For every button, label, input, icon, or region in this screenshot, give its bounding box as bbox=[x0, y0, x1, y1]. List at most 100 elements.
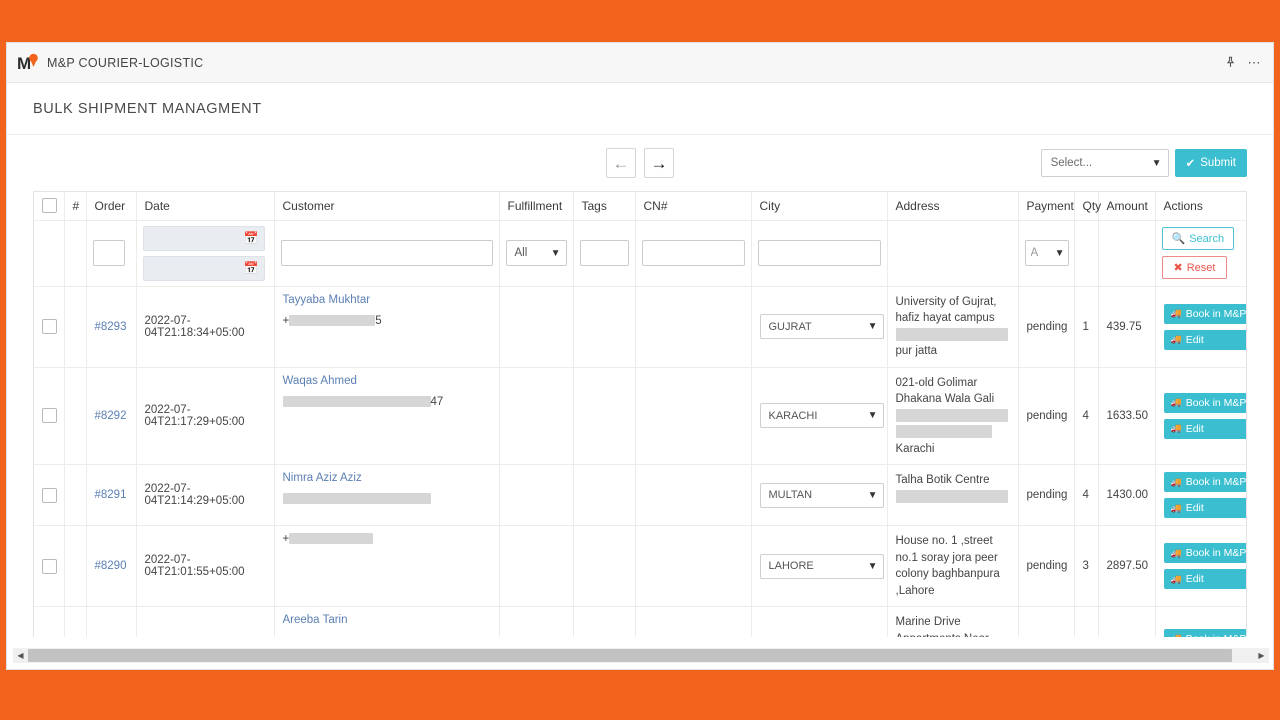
header-num: # bbox=[64, 192, 87, 221]
scrollbar-thumb[interactable] bbox=[28, 649, 1232, 662]
row-num-cell bbox=[64, 367, 87, 465]
truck-icon: 🚚 bbox=[1170, 502, 1182, 513]
row-actions-cell: 🚚 Book in M&P 🚚 Edit bbox=[1155, 286, 1247, 368]
row-order-cell bbox=[86, 606, 137, 637]
table-row[interactable]: #8292 2022-07-04T21:17:29+05:00 Waqas Ahme… bbox=[34, 367, 1246, 465]
row-address-cell: University of Gujrat, hafiz hayat campus p… bbox=[887, 286, 1019, 368]
customer-name-link[interactable]: Nimra Aziz Aziz bbox=[283, 472, 491, 484]
cn-filter-input[interactable] bbox=[641, 240, 745, 266]
date-to-input[interactable] bbox=[142, 255, 239, 281]
row-checkbox[interactable] bbox=[42, 319, 57, 334]
city-select[interactable]: LAHORE ▼ bbox=[759, 553, 884, 579]
address-line bbox=[895, 327, 1010, 344]
row-customer-cell: Nimra Aziz Aziz bbox=[274, 464, 500, 526]
header-date: Date bbox=[136, 192, 275, 221]
edit-button[interactable]: 🚚 Edit bbox=[1163, 569, 1246, 589]
book-in-mp-label: Book in M&P bbox=[1185, 307, 1247, 320]
address-line: Marine Drive bbox=[895, 616, 961, 628]
date-to-filter[interactable]: 📅 bbox=[142, 255, 265, 281]
customer-name-link[interactable]: Tayyaba Mukhtar bbox=[283, 294, 491, 306]
date-from-input[interactable] bbox=[142, 225, 239, 251]
book-in-mp-label: Book in M&P bbox=[1185, 547, 1247, 559]
submit-button[interactable]: ✔ Submit bbox=[1174, 149, 1247, 177]
calendar-icon[interactable]: 📅 bbox=[238, 225, 265, 251]
row-checkbox[interactable] bbox=[42, 487, 57, 503]
table-row[interactable]: #8293 2022-07-04T21:18:34+05:00 Tayyaba Mu… bbox=[34, 286, 1247, 368]
table-row[interactable]: Areeba Tarin Marine Drive Appartments Near… bbox=[34, 606, 1246, 637]
scrollbar-track[interactable] bbox=[28, 648, 1254, 663]
tags-filter-input[interactable] bbox=[579, 240, 629, 266]
payment-filter-select[interactable]: A ▼ bbox=[1024, 240, 1069, 266]
row-customer-cell: + bbox=[274, 525, 500, 607]
filter-cell-qty bbox=[1074, 220, 1099, 287]
date-from-filter[interactable]: 📅 bbox=[142, 225, 265, 251]
customer-name-link[interactable]: Areeba Tarin bbox=[283, 614, 491, 626]
book-in-mp-button[interactable]: 🚚Book in M&P bbox=[1163, 543, 1247, 563]
truck-icon: 🚚 bbox=[1170, 476, 1182, 487]
row-action-buttons: 🚚 Book in M&P 🚚 Edit bbox=[1163, 472, 1246, 518]
row-fulfillment-cell bbox=[499, 606, 574, 637]
book-in-mp-button[interactable]: 🚚Book in M&P bbox=[1163, 628, 1246, 637]
table-row[interactable]: #8291 2022-07-04T21:14:29+05:00 Nimra Aziz… bbox=[34, 464, 1246, 526]
customer-filter-input[interactable] bbox=[280, 240, 493, 266]
row-payment-cell: pending bbox=[1018, 286, 1075, 368]
row-date-cell bbox=[136, 606, 275, 637]
bulk-action-select-value: Select... bbox=[1050, 157, 1093, 169]
edit-button-label: Edit bbox=[1185, 333, 1204, 346]
address-line: 021-old Golimar bbox=[895, 376, 978, 389]
search-button[interactable]: 🔍 Search bbox=[1161, 227, 1235, 250]
row-checkbox-cell bbox=[34, 367, 65, 465]
pin-icon[interactable] bbox=[1219, 52, 1241, 74]
prev-page-button[interactable]: ← bbox=[606, 148, 636, 178]
scroll-right-arrow[interactable]: ▶ bbox=[1254, 648, 1269, 663]
row-city-cell: KARACHI ▼ bbox=[751, 367, 888, 465]
header-address: Address bbox=[887, 192, 1019, 221]
select-all-checkbox[interactable] bbox=[42, 198, 57, 214]
shipments-table-container: # Order Date Customer Fulfillment Tags C… bbox=[33, 191, 1247, 637]
edit-button[interactable]: 🚚 Edit bbox=[1163, 329, 1246, 350]
row-checkbox[interactable] bbox=[42, 408, 57, 424]
address-line: ,Lahore bbox=[895, 584, 935, 597]
reset-button[interactable]: ✖ Reset bbox=[1161, 256, 1228, 279]
order-link[interactable]: #8292 bbox=[95, 410, 127, 422]
calendar-icon[interactable]: 📅 bbox=[238, 255, 265, 281]
edit-button[interactable]: 🚚 Edit bbox=[1163, 498, 1246, 518]
row-payment-cell: pending bbox=[1018, 525, 1075, 607]
row-checkbox[interactable] bbox=[42, 558, 57, 574]
row-amount-cell bbox=[1098, 606, 1156, 637]
book-in-mp-button[interactable]: 🚚Book in M&P bbox=[1163, 303, 1247, 324]
edit-button[interactable]: 🚚 Edit bbox=[1163, 418, 1246, 439]
order-filter-input[interactable] bbox=[92, 240, 125, 266]
book-in-mp-button[interactable]: 🚚Book in M&P bbox=[1163, 392, 1246, 413]
next-page-button[interactable]: → bbox=[644, 148, 674, 178]
row-actions-cell: 🚚 Book in M&P 🚚 Edit bbox=[1155, 367, 1246, 465]
customer-name-link[interactable]: Waqas Ahmed bbox=[283, 375, 491, 387]
table-row[interactable]: #8290 2022-07-04T21:01:55+05:00 + LAHORE ▼ Ho… bbox=[34, 525, 1247, 607]
row-city-cell: GUJRAT ▼ bbox=[751, 286, 888, 368]
order-link[interactable]: #8290 bbox=[95, 560, 127, 572]
city-select[interactable]: MULTAN ▼ bbox=[759, 482, 884, 508]
order-link[interactable]: #8293 bbox=[95, 321, 127, 333]
order-link[interactable]: #8291 bbox=[95, 489, 127, 501]
redacted-bar bbox=[895, 327, 1008, 341]
horizontal-scrollbar[interactable]: ◀ ▶ bbox=[13, 648, 1269, 663]
city-filter-input[interactable] bbox=[757, 240, 881, 266]
city-select[interactable]: GUJRAT ▼ bbox=[759, 314, 884, 339]
row-checkbox-cell bbox=[34, 525, 65, 607]
address-text: 021-old Golimar Dhakana Wala Gali Karachi bbox=[895, 375, 1010, 458]
header-tags: Tags bbox=[573, 192, 636, 221]
filter-cell-payment: A ▼ bbox=[1018, 220, 1075, 287]
scroll-left-arrow[interactable]: ◀ bbox=[13, 648, 28, 663]
customer-contact-redacted: + bbox=[283, 533, 374, 545]
address-text: Talha Botik Centre bbox=[895, 472, 1010, 505]
row-qty-cell: 4 bbox=[1074, 367, 1099, 465]
book-in-mp-button[interactable]: 🚚Book in M&P bbox=[1163, 472, 1246, 492]
city-select[interactable]: KARACHI ▼ bbox=[759, 403, 884, 429]
bulk-action-select[interactable]: Select... ▼ bbox=[1040, 149, 1169, 177]
address-line: colony baghbanpura bbox=[895, 568, 1000, 580]
chevron-down-icon: ▼ bbox=[1054, 247, 1065, 259]
row-order-cell: #8292 bbox=[86, 367, 137, 465]
more-options-icon[interactable]: ⋯ bbox=[1243, 52, 1265, 74]
fulfillment-filter-select[interactable]: All ▼ bbox=[505, 240, 567, 266]
address-line: no.1 soray jora peer bbox=[895, 551, 998, 564]
